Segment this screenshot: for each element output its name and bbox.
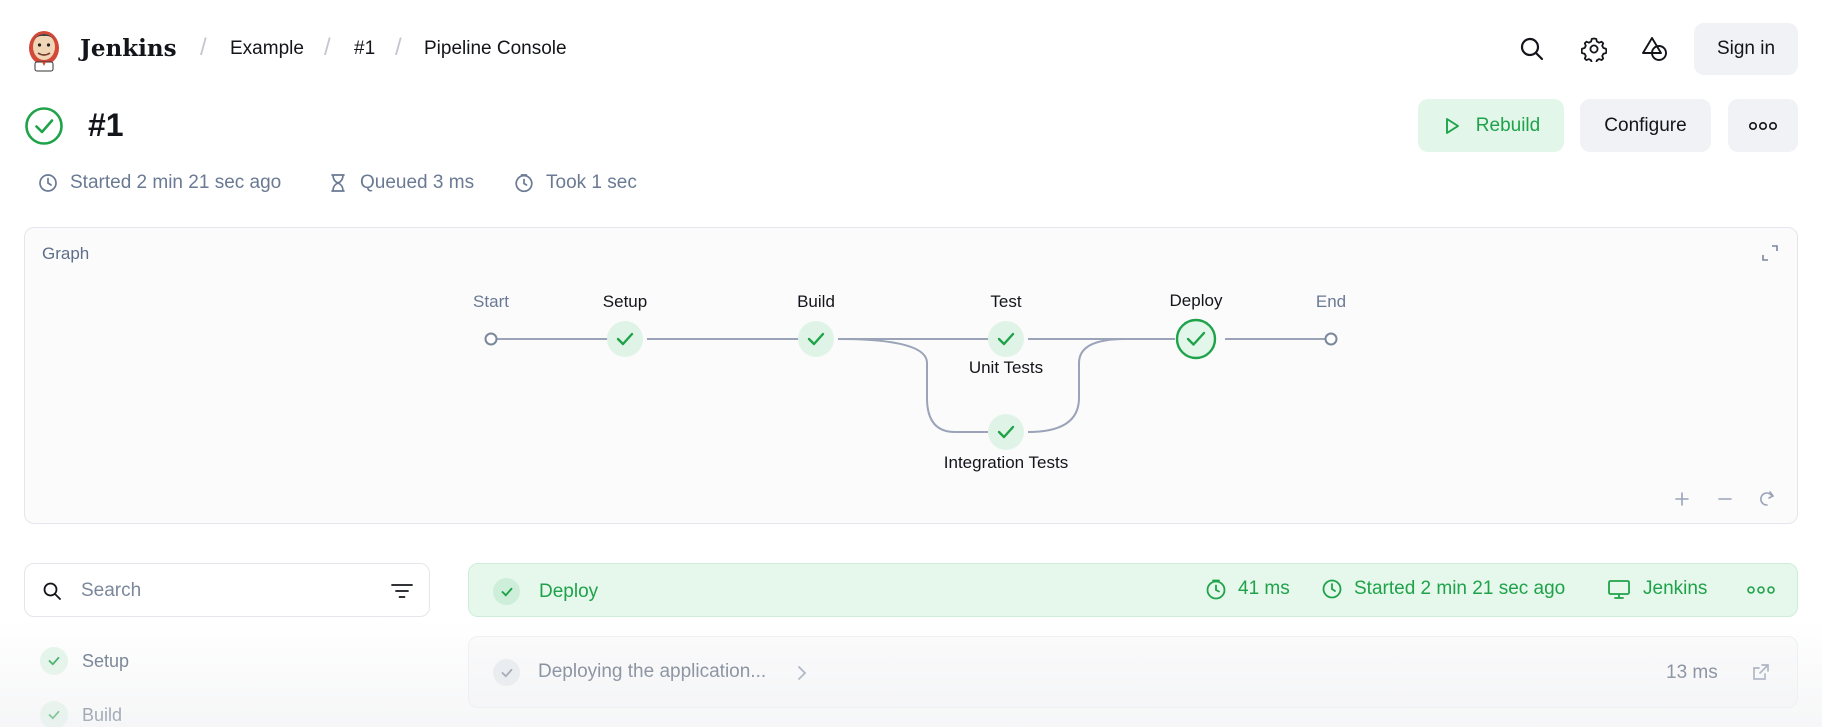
sidebar-item-setup[interactable]: Setup [40, 647, 129, 675]
play-icon [1445, 117, 1459, 134]
breadcrumb-pipeline-console[interactable]: Pipeline Console [424, 38, 567, 60]
timer-icon [1206, 579, 1226, 600]
page-title: #1 [88, 107, 124, 143]
stage-duration-text: 41 ms [1238, 578, 1290, 599]
filter-icon[interactable] [391, 582, 413, 600]
breadcrumb-separator: / [324, 34, 331, 61]
start-node [484, 332, 498, 346]
configure-button[interactable]: Configure [1580, 99, 1711, 152]
step-row[interactable]: Deploying the application... 13 ms [468, 636, 1798, 708]
success-check-icon [493, 659, 520, 686]
end-node [1324, 332, 1338, 346]
success-check-icon [40, 647, 68, 675]
queued-meta: Queued 3 ms [328, 172, 474, 194]
monitor-icon [1608, 580, 1630, 599]
chevron-right-icon[interactable] [797, 665, 807, 681]
clock-icon [1322, 579, 1342, 599]
jenkins-logo-icon[interactable] [24, 26, 64, 72]
success-check-icon [493, 578, 520, 605]
open-external-icon[interactable] [1751, 662, 1771, 682]
deploy-stage-node[interactable] [1175, 318, 1217, 360]
pipeline-graph: Start Setup Build Test Unit Tests Integr… [473, 291, 1775, 506]
more-actions-button[interactable] [1728, 99, 1798, 152]
step-label: Deploying the application... [538, 661, 767, 682]
success-check-icon [40, 701, 68, 727]
end-label: End [1316, 292, 1346, 311]
setup-stage-node[interactable] [607, 321, 643, 357]
stage-agent[interactable]: Jenkins [1607, 578, 1707, 600]
stage-name: Deploy [493, 578, 598, 605]
setup-label: Setup [603, 292, 647, 311]
breadcrumb-separator: / [395, 34, 402, 61]
ellipsis-icon [1748, 121, 1777, 130]
clock-icon [39, 174, 57, 192]
sign-in-button[interactable]: Sign in [1694, 23, 1798, 75]
top-header: Jenkins / Example / #1 / Pipeline Consol… [0, 0, 1822, 100]
shapes-icon[interactable] [1638, 32, 1672, 66]
success-status-icon [25, 107, 63, 145]
stage-name-label: Deploy [539, 580, 599, 602]
test-label: Test [990, 292, 1021, 311]
brand-name[interactable]: Jenkins [80, 35, 177, 62]
breadcrumb-separator: / [200, 34, 207, 61]
search-input[interactable]: Search [81, 580, 141, 602]
step-duration: 13 ms [1666, 662, 1718, 683]
started-meta: Started 2 min 21 sec ago [38, 172, 281, 194]
sidebar-item-label: Build [82, 704, 123, 725]
timer-icon [515, 174, 533, 193]
breadcrumb-build[interactable]: #1 [354, 38, 375, 60]
zoom-in-icon[interactable] [1675, 492, 1689, 506]
took-text: Took 1 sec [546, 172, 637, 193]
breadcrumb-example[interactable]: Example [230, 38, 304, 60]
ellipsis-icon[interactable] [1747, 585, 1775, 595]
selected-stage-header[interactable]: Deploy 41 ms Started 2 min 21 sec ago Je… [468, 563, 1798, 617]
gear-icon[interactable] [1577, 32, 1611, 66]
rebuild-label: Rebuild [1475, 114, 1541, 136]
reset-zoom-icon[interactable] [1760, 491, 1775, 506]
stage-duration: 41 ms [1205, 578, 1290, 600]
unit-tests-label: Unit Tests [969, 358, 1043, 377]
search-icon [43, 582, 61, 600]
stage-started-text: Started 2 min 21 sec ago [1354, 578, 1566, 599]
unit-tests-stage-node[interactable] [988, 321, 1024, 357]
sidebar-item-label: Setup [82, 650, 130, 671]
hourglass-icon [331, 174, 345, 192]
stage-started: Started 2 min 21 sec ago [1321, 578, 1565, 600]
search-icon[interactable] [1515, 32, 1549, 66]
stage-agent-text: Jenkins [1643, 578, 1708, 599]
deploy-label: Deploy [1170, 291, 1223, 310]
build-label: Build [797, 292, 835, 311]
sidebar-item-build[interactable]: Build [40, 701, 122, 727]
duration-meta: Took 1 sec [514, 172, 637, 194]
integration-tests-label: Integration Tests [944, 453, 1068, 472]
integration-tests-stage-node[interactable] [988, 414, 1024, 450]
build-stage-node[interactable] [798, 321, 834, 357]
graph-panel: Graph Start Setup Build Test Unit Tests … [24, 227, 1798, 524]
start-label: Start [473, 292, 509, 311]
rebuild-button[interactable]: Rebuild [1418, 99, 1564, 152]
queued-text: Queued 3 ms [360, 172, 475, 193]
started-text: Started 2 min 21 sec ago [70, 172, 282, 193]
stage-search-box[interactable]: Search [24, 563, 430, 617]
